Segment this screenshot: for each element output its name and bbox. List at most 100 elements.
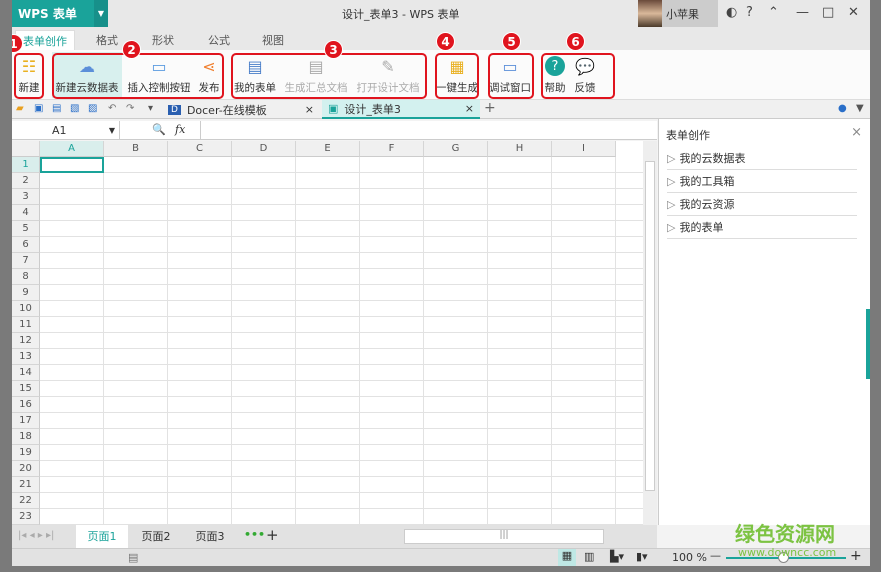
spreadsheet-grid[interactable]: A B C D E F G H I 1 2 3 4 5 6 7 8 9 10 11 12 13 14 15 16 17 18 19 20… — [12, 141, 643, 525]
close-icon[interactable]: × — [851, 125, 862, 140]
sheet-tab-1[interactable]: 页面1 — [76, 525, 128, 548]
annotation-box-3 — [231, 53, 427, 99]
doc-tab-design-form[interactable]: ▣ 设计_表单3 × — [322, 100, 480, 119]
tab-format[interactable]: 格式 — [92, 30, 122, 50]
annotation-box-5 — [488, 53, 534, 99]
macro-icon[interactable]: ▤ — [128, 551, 138, 564]
row-header[interactable]: 15 — [12, 381, 40, 397]
zoom-out-icon[interactable]: — — [710, 549, 721, 562]
row-header[interactable]: 20 — [12, 461, 40, 477]
help-icon[interactable]: ? — [746, 5, 753, 20]
row-header[interactable]: 9 — [12, 285, 40, 301]
sheet-nav-icons[interactable]: |◂ ◂ ▸ ▸| — [18, 530, 54, 541]
minimize-icon[interactable]: — — [796, 5, 809, 20]
new-tab-plus-icon[interactable]: + — [484, 100, 496, 116]
row-header[interactable]: 1 — [12, 157, 40, 173]
chevron-down-icon[interactable]: ▼ — [94, 0, 108, 27]
row-header[interactable]: 2 — [12, 173, 40, 189]
row-header[interactable]: 12 — [12, 333, 40, 349]
column-header[interactable]: F — [360, 141, 424, 157]
row-header[interactable]: 21 — [12, 477, 40, 493]
row-header[interactable]: 8 — [12, 269, 40, 285]
column-header[interactable]: H — [488, 141, 552, 157]
close-icon[interactable]: × — [465, 102, 474, 115]
doc-tab-docer[interactable]: D Docer-在线模板 × — [162, 100, 320, 119]
pane-item-cloud-tables[interactable]: ▷ 我的云数据表 — [667, 147, 857, 170]
skin-icon[interactable]: ◐ — [726, 5, 737, 20]
print-preview-icon[interactable]: ▧ — [70, 103, 82, 115]
row-header[interactable]: 18 — [12, 429, 40, 445]
select-all-corner[interactable] — [12, 141, 40, 157]
row-header[interactable]: 10 — [12, 301, 40, 317]
close-icon[interactable]: ✕ — [848, 5, 859, 20]
horizontal-scrollbar[interactable]: ||| — [404, 529, 604, 544]
cloud-sync-icon[interactable]: ● — [838, 103, 850, 115]
pane-menu-icon[interactable]: ▼ — [856, 103, 868, 115]
column-header[interactable]: C — [168, 141, 232, 157]
row-header[interactable]: 3 — [12, 189, 40, 205]
redo-icon[interactable]: ↷ — [126, 103, 138, 115]
row-header[interactable]: 16 — [12, 397, 40, 413]
close-icon[interactable]: × — [305, 103, 314, 116]
scroll-thumb[interactable] — [645, 161, 655, 491]
row-header[interactable]: 22 — [12, 493, 40, 509]
row-header[interactable]: 14 — [12, 365, 40, 381]
row-header[interactable]: 7 — [12, 253, 40, 269]
chevron-down-icon[interactable]: ▼ — [109, 121, 115, 140]
row-header[interactable]: 17 — [12, 413, 40, 429]
column-header[interactable]: I — [552, 141, 616, 157]
tab-form-create[interactable]: 表单创作 — [15, 30, 75, 50]
pane-item-my-forms[interactable]: ▷ 我的表单 — [667, 216, 857, 239]
row-header[interactable]: 19 — [12, 445, 40, 461]
row-header[interactable]: 13 — [12, 349, 40, 365]
column-header[interactable]: A — [40, 141, 104, 157]
column-header[interactable]: G — [424, 141, 488, 157]
layout-dropdown-icon[interactable]: ▙▾ — [610, 550, 624, 563]
maximize-icon[interactable]: □ — [822, 5, 834, 20]
open-icon[interactable]: ▰ — [16, 103, 28, 115]
row-header[interactable]: 23 — [12, 509, 40, 525]
column-header[interactable]: D — [232, 141, 296, 157]
zoom-search-icon[interactable]: 🔍 — [152, 123, 166, 136]
title-bar: WPS 表单 ▼ 设计_表单3 - WPS 表单 小苹果 ◐ ? ⌃ — □ ✕ — [12, 0, 870, 27]
tab-view[interactable]: 视图 — [258, 30, 288, 50]
row-header[interactable]: 6 — [12, 237, 40, 253]
undo-icon[interactable]: ↶ — [108, 103, 120, 115]
pane-collapse-handle[interactable] — [866, 309, 870, 379]
column-header[interactable]: E — [296, 141, 360, 157]
more-sheets-icon[interactable]: ••• — [244, 528, 265, 541]
tab-shape[interactable]: 形状 — [148, 30, 178, 50]
row-header[interactable]: 4 — [12, 205, 40, 221]
page-break-view-icon[interactable]: ▥ — [584, 550, 594, 563]
fx-icon[interactable]: fx — [175, 123, 185, 136]
grid-line — [167, 157, 168, 525]
normal-view-icon[interactable]: ▦ — [558, 549, 576, 566]
reading-mode-icon[interactable]: ▮▾ — [636, 550, 648, 563]
collapse-ribbon-icon[interactable]: ⌃ — [768, 5, 779, 20]
preview-icon[interactable]: ▨ — [88, 103, 100, 115]
pane-item-toolbox[interactable]: ▷ 我的工具箱 — [667, 170, 857, 193]
formula-input[interactable] — [200, 121, 657, 140]
user-account[interactable]: 小苹果 — [638, 0, 718, 27]
quick-access-bar: ▰ ▣ ▤ ▧ ▨ ↶ ↷ ▾ D Docer-在线模板 × ▣ 设计_表单3 × + … — [12, 100, 870, 119]
vertical-scrollbar[interactable] — [643, 141, 657, 525]
pane-item-cloud-resources[interactable]: ▷ 我的云资源 — [667, 193, 857, 216]
name-box[interactable]: A1 ▼ — [12, 121, 120, 140]
label: 我的云资源 — [679, 198, 735, 211]
form-create-pane: 表单创作 × ▷ 我的云数据表 ▷ 我的工具箱 ▷ 我的云资源 ▷ 我的表单 — [658, 119, 870, 525]
column-header[interactable]: B — [104, 141, 168, 157]
app-menu-button[interactable]: WPS 表单 ▼ — [12, 0, 108, 27]
save-icon[interactable]: ▣ — [34, 103, 46, 115]
customize-dropdown-icon[interactable]: ▾ — [148, 103, 160, 115]
print-icon[interactable]: ▤ — [52, 103, 64, 115]
annotation-badge: 3 — [324, 40, 343, 59]
row-header[interactable]: 11 — [12, 317, 40, 333]
active-cell[interactable] — [40, 157, 104, 173]
sheet-tab-3[interactable]: 页面3 — [184, 525, 236, 548]
sheet-tab-2[interactable]: 页面2 — [130, 525, 182, 548]
tab-formula[interactable]: 公式 — [204, 30, 234, 50]
grid-line — [40, 428, 643, 429]
row-header[interactable]: 5 — [12, 221, 40, 237]
zoom-in-icon[interactable]: + — [850, 548, 862, 564]
add-sheet-icon[interactable]: + — [266, 526, 279, 544]
